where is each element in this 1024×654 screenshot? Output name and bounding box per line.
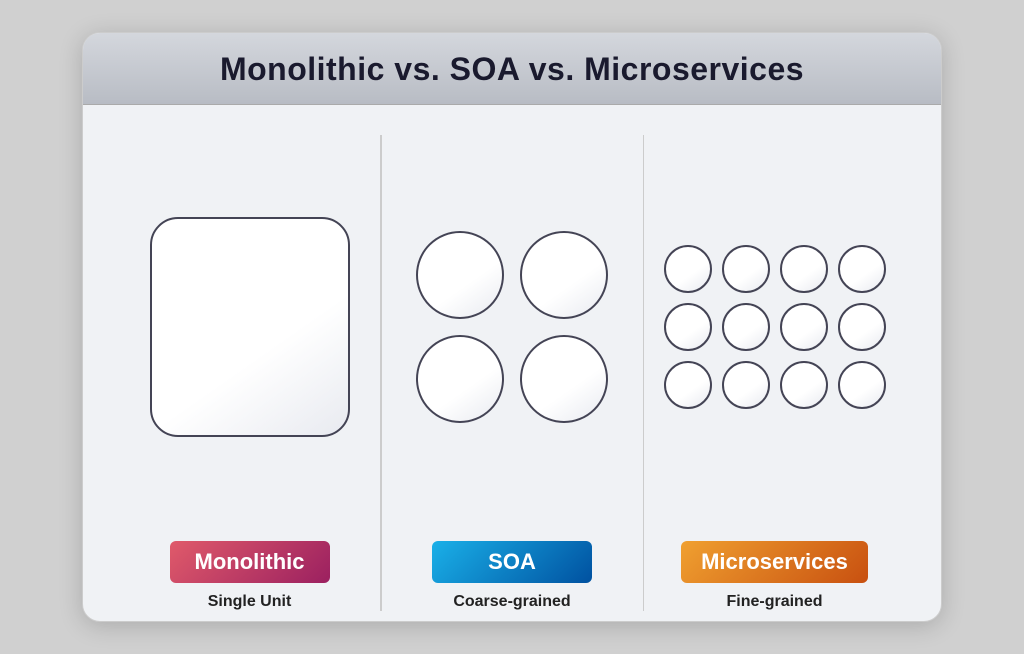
header: Monolithic vs. SOA vs. Microservices: [83, 33, 941, 105]
soa-labels: SOA Coarse-grained: [432, 541, 592, 611]
column-monolithic: Monolithic Single Unit: [123, 135, 376, 611]
monolithic-sublabel: Single Unit: [208, 593, 292, 611]
micro-circle-11: [780, 361, 828, 409]
micro-circle-7: [780, 303, 828, 351]
column-soa: SOA Coarse-grained: [386, 135, 639, 611]
micro-circle-1: [664, 245, 712, 293]
micro-circle-6: [722, 303, 770, 351]
divider-2: [643, 135, 645, 611]
monolithic-rectangle: [150, 217, 350, 437]
soa-circles-grid: [416, 231, 608, 423]
soa-circle-3: [416, 335, 504, 423]
micro-circle-3: [780, 245, 828, 293]
micro-circle-5: [664, 303, 712, 351]
microservices-circles-grid: [664, 245, 886, 409]
page-title: Monolithic vs. SOA vs. Microservices: [107, 51, 917, 88]
divider-1: [380, 135, 382, 611]
monolithic-badge: Monolithic: [170, 541, 330, 583]
soa-circle-2: [520, 231, 608, 319]
soa-visual: [396, 135, 629, 519]
monolithic-labels: Monolithic Single Unit: [170, 541, 330, 611]
micro-circle-12: [838, 361, 886, 409]
microservices-badge: Microservices: [681, 541, 868, 583]
micro-circle-10: [722, 361, 770, 409]
microservices-visual: [658, 135, 891, 519]
soa-badge: SOA: [432, 541, 592, 583]
soa-circle-1: [416, 231, 504, 319]
microservices-labels: Microservices Fine-grained: [681, 541, 868, 611]
soa-circle-4: [520, 335, 608, 423]
soa-sublabel: Coarse-grained: [453, 593, 570, 611]
micro-circle-2: [722, 245, 770, 293]
micro-circle-9: [664, 361, 712, 409]
content-area: Monolithic Single Unit SOA Coarse-graine…: [83, 105, 941, 621]
micro-circle-4: [838, 245, 886, 293]
microservices-sublabel: Fine-grained: [726, 593, 822, 611]
monolithic-visual: [133, 135, 366, 519]
micro-circle-8: [838, 303, 886, 351]
column-microservices: Microservices Fine-grained: [648, 135, 901, 611]
main-card: Monolithic vs. SOA vs. Microservices Mon…: [82, 32, 942, 622]
